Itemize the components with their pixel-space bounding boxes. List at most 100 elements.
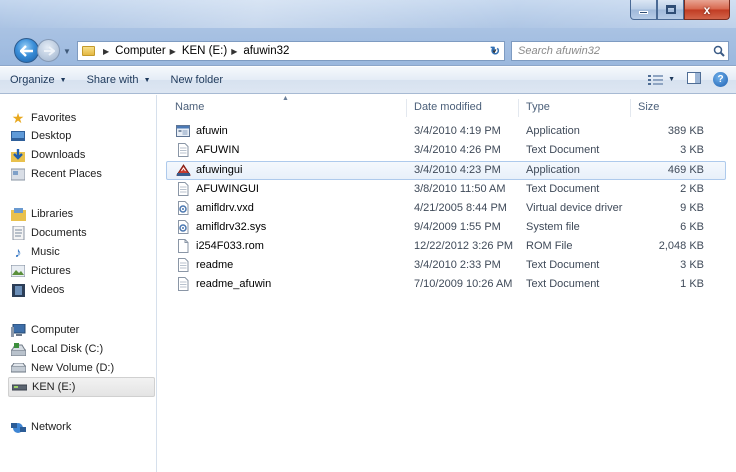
nav-label: Downloads [31, 149, 86, 161]
back-arrow-icon [19, 44, 33, 57]
recent-places-icon [10, 167, 26, 181]
file-name: amifldrv32.sys [196, 221, 267, 233]
file-row[interactable]: afuwin 3/4/2010 4:19 PM Application 389 … [166, 122, 726, 141]
column-header-type[interactable]: Type [526, 101, 550, 113]
nav-music[interactable]: ♪ Music [10, 243, 60, 261]
text-document-icon [176, 182, 190, 196]
chevron-right-icon[interactable]: ▶ [231, 47, 237, 56]
minimize-button[interactable] [630, 0, 657, 20]
file-size: 389 KB [667, 125, 704, 137]
file-size: 2,048 KB [658, 240, 704, 252]
column-header-size[interactable]: Size [638, 101, 659, 113]
preview-pane-icon [687, 72, 701, 84]
file-size: 3 KB [680, 144, 704, 156]
file-date-modified: 4/21/2005 8:44 PM [414, 202, 507, 214]
breadcrumb-ken-drive[interactable]: KEN (E:) [182, 45, 227, 57]
local-disk-icon [10, 342, 26, 356]
nav-libraries[interactable]: Libraries [10, 205, 73, 223]
chevron-down-icon: ▼ [143, 76, 151, 84]
star-icon: ★ [11, 109, 25, 126]
music-icon: ♪ [14, 244, 22, 260]
nav-new-volume-d[interactable]: New Volume (D:) [10, 359, 114, 377]
desktop-icon [10, 129, 26, 143]
file-list: ▲ Name Date modified Type Size afuwin 3/… [158, 95, 736, 472]
nav-videos[interactable]: Videos [10, 281, 64, 299]
column-divider[interactable] [518, 99, 519, 117]
computer-icon [10, 323, 26, 337]
file-type: Application [526, 125, 580, 137]
file-row[interactable]: amifldrv.vxd 4/21/2005 8:44 PM Virtual d… [166, 199, 726, 218]
forward-button[interactable] [37, 39, 60, 62]
nav-label: Documents [31, 227, 87, 239]
column-divider[interactable] [630, 99, 631, 117]
share-with-button[interactable]: Share with ▼ [87, 74, 151, 86]
file-row[interactable]: amifldrv32.sys 9/4/2009 1:55 PM System f… [166, 218, 726, 237]
file-date-modified: 7/10/2009 10:26 AM [414, 278, 513, 290]
file-name: afuwingui [196, 164, 243, 176]
caption-buttons: x [630, 0, 730, 22]
nav-label: Desktop [31, 130, 72, 142]
search-icon[interactable] [710, 45, 728, 57]
column-divider[interactable] [406, 99, 407, 117]
organize-label: Organize [10, 74, 55, 86]
file-row[interactable]: AFUWIN 3/4/2010 4:26 PM Text Document 3 … [166, 141, 726, 160]
network-icon [10, 420, 26, 434]
back-button[interactable] [14, 38, 39, 63]
file-name: readme_afuwin [196, 278, 272, 290]
forward-arrow-icon [43, 45, 55, 56]
address-bar[interactable]: ▶ Computer ▶ KEN (E:) ▶ afuwin32 ▼ [77, 41, 505, 61]
breadcrumb-computer[interactable]: Computer [115, 45, 166, 57]
column-headers: ▲ Name Date modified Type Size [158, 95, 736, 119]
system-file-icon [176, 201, 190, 215]
pictures-icon [10, 264, 26, 278]
new-folder-button[interactable]: New folder [171, 74, 224, 86]
file-size: 469 KB [667, 164, 704, 176]
text-document-icon [176, 277, 190, 291]
file-type: Application [526, 164, 580, 176]
libraries-icon [10, 207, 26, 221]
nav-computer[interactable]: Computer [10, 321, 79, 339]
share-with-label: Share with [86, 74, 139, 86]
file-name: readme [196, 259, 234, 271]
nav-label: Libraries [31, 208, 74, 220]
search-box[interactable] [511, 41, 729, 61]
file-row-selected[interactable]: afuwingui 3/4/2010 4:23 PM Application 4… [166, 161, 726, 180]
drive-icon [10, 361, 26, 375]
chevron-right-icon[interactable]: ▶ [170, 47, 176, 56]
column-header-name[interactable]: Name [175, 101, 204, 113]
nav-favorites[interactable]: ★ Favorites [10, 109, 77, 127]
maximize-button[interactable] [657, 0, 684, 20]
app-gui-icon [176, 163, 191, 177]
breadcrumb-afuwin32[interactable]: afuwin32 [243, 45, 289, 57]
organize-button[interactable]: Organize ▼ [10, 74, 67, 86]
nav-pictures[interactable]: Pictures [10, 262, 71, 280]
chevron-right-icon[interactable]: ▶ [103, 47, 109, 56]
file-row[interactable]: readme_afuwin 7/10/2009 10:26 AM Text Do… [166, 275, 726, 294]
file-date-modified: 3/4/2010 2:33 PM [414, 259, 501, 271]
nav-downloads[interactable]: Downloads [10, 146, 85, 164]
nav-local-disk-c[interactable]: Local Disk (C:) [10, 340, 103, 358]
documents-icon [10, 226, 26, 240]
nav-recent-places[interactable]: Recent Places [10, 165, 102, 183]
preview-pane-button[interactable] [687, 72, 701, 87]
recent-pages-dropdown[interactable]: ▼ [63, 47, 71, 56]
refresh-button[interactable]: ↻ [484, 42, 506, 60]
text-document-icon [176, 258, 190, 272]
search-input[interactable] [512, 45, 710, 57]
help-icon[interactable]: ? [713, 72, 728, 87]
nav-ken-e[interactable]: KEN (E:) [8, 377, 155, 397]
file-row[interactable]: i254F033.rom 12/22/2012 3:26 PM ROM File… [166, 237, 726, 256]
nav-label: Pictures [31, 265, 71, 277]
chevron-down-icon: ▼ [59, 76, 67, 84]
file-name: AFUWIN [196, 144, 240, 156]
app-window-icon [176, 124, 190, 138]
view-list-icon [648, 74, 664, 85]
file-row[interactable]: AFUWINGUI 3/8/2010 11:50 AM Text Documen… [166, 180, 726, 199]
change-view-button[interactable]: ▼ [648, 74, 675, 86]
nav-network[interactable]: Network [10, 418, 71, 436]
close-button[interactable]: x [684, 0, 730, 20]
nav-desktop[interactable]: Desktop [10, 127, 71, 145]
nav-documents[interactable]: Documents [10, 224, 87, 242]
column-header-date-modified[interactable]: Date modified [414, 101, 482, 113]
file-row[interactable]: readme 3/4/2010 2:33 PM Text Document 3 … [166, 256, 726, 275]
